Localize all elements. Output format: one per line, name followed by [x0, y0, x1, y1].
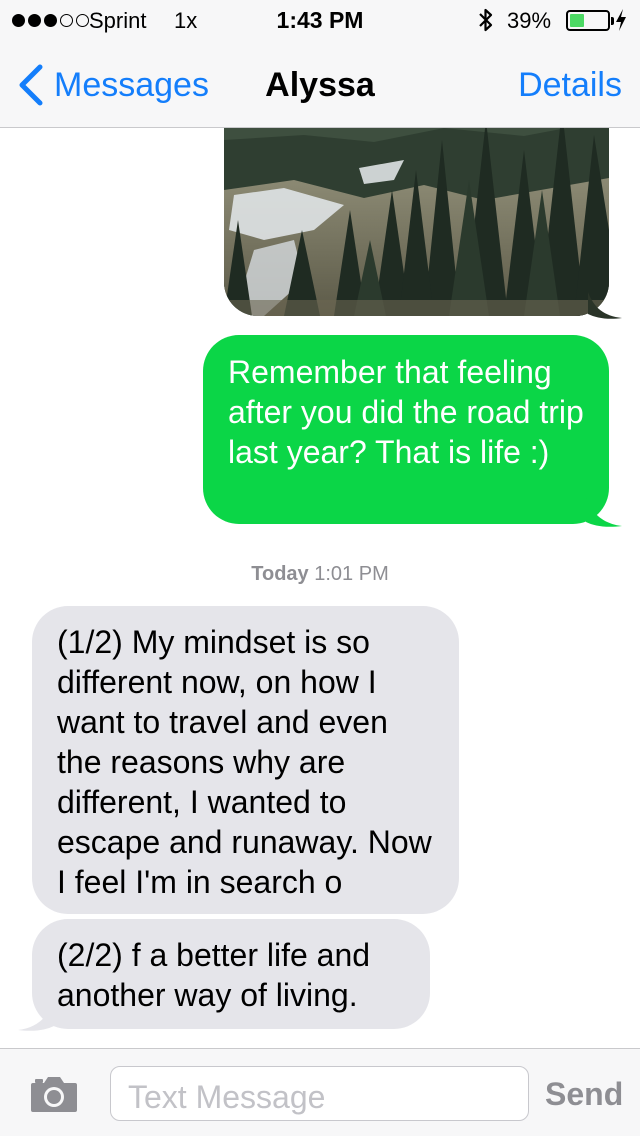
camera-icon[interactable] [29, 1074, 79, 1114]
battery-percent: 39% [507, 8, 552, 33]
received-message-text: (2/2) f a better life and another way of… [57, 937, 371, 1013]
navigation-bar: Messages Alyssa Details [0, 40, 640, 128]
received-message-text: (1/2) My mindset is so different now, on… [57, 624, 432, 900]
charging-bolt-icon [616, 9, 626, 31]
received-message-bubble[interactable]: (1/2) My mindset is so different now, on… [32, 606, 459, 914]
photo-bubble-tail [588, 292, 622, 319]
sent-bubble-tail [586, 498, 622, 527]
received-bubble-tail [18, 1000, 54, 1031]
details-button[interactable]: Details [518, 66, 622, 105]
bluetooth-icon [479, 8, 493, 32]
battery-fill [570, 14, 584, 27]
send-button[interactable]: Send [545, 1076, 623, 1113]
message-input-bar: Send [0, 1048, 640, 1136]
message-timestamp: Today 1:01 PM [0, 563, 640, 586]
battery-icon [566, 10, 614, 31]
top-bar: Sprint 1x 1:43 PM 39% Messages Alyssa De… [0, 0, 640, 128]
text-message-input[interactable] [110, 1066, 529, 1121]
timestamp-time: 1:01 PM [314, 563, 389, 585]
received-message-bubble[interactable]: (2/2) f a better life and another way of… [32, 919, 430, 1029]
sent-message-text: Remember that feeling after you did the … [228, 354, 584, 470]
sent-message-bubble[interactable]: Remember that feeling after you did the … [203, 335, 609, 524]
status-bar: Sprint 1x 1:43 PM 39% [0, 0, 640, 40]
timestamp-day: Today [251, 563, 309, 585]
